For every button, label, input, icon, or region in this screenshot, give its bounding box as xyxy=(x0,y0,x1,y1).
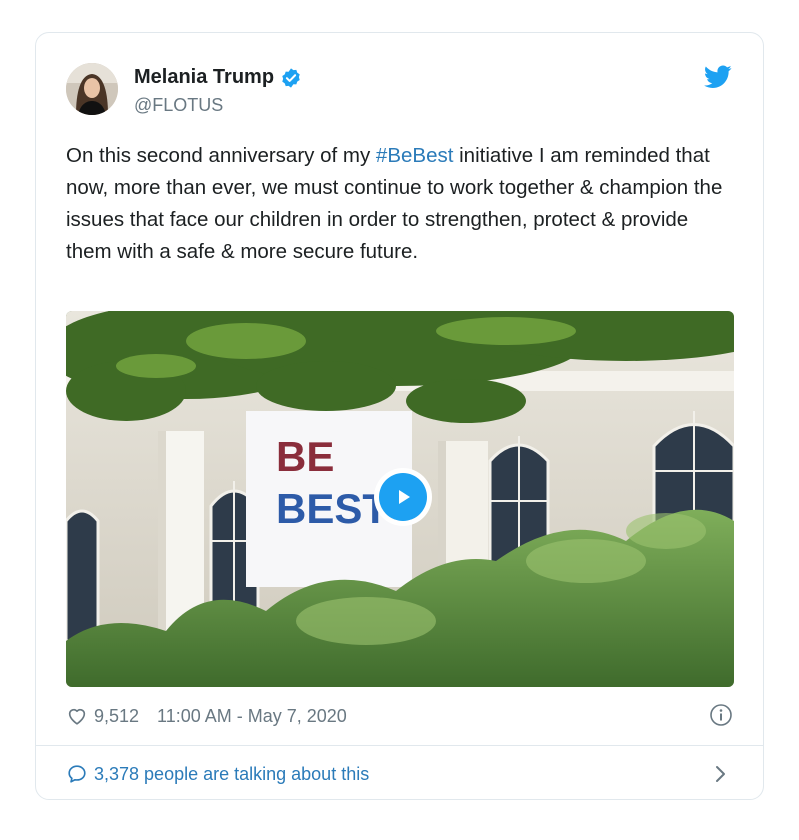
sign-line1: BE xyxy=(276,433,334,480)
tweet-card[interactable]: Melania Trump @FLOTUS On this second ann… xyxy=(35,32,764,800)
author-name-text: Melania Trump xyxy=(134,66,275,88)
video-thumbnail[interactable]: BE BEST xyxy=(66,311,734,687)
talking-count-text: 3,378 people are talking about this xyxy=(94,763,370,784)
like-count[interactable]: 9,512 xyxy=(94,706,139,727)
play-icon xyxy=(399,490,410,504)
chevron-right-icon[interactable] xyxy=(712,763,730,785)
tweet-text: On this second anniversary of my #BeBest… xyxy=(66,140,736,268)
author-name[interactable]: Melania Trump xyxy=(134,66,302,89)
author-handle[interactable]: @FLOTUS xyxy=(134,95,223,116)
twitter-bird-icon[interactable] xyxy=(704,65,732,89)
play-button[interactable] xyxy=(374,468,432,526)
info-icon[interactable] xyxy=(709,703,733,727)
tweet-meta: 9,512 11:00 AM - May 7, 2020 xyxy=(66,703,347,729)
tweet-text-before: On this second anniversary of my xyxy=(66,144,376,167)
speech-bubble-icon xyxy=(68,765,86,783)
conversation-link[interactable]: 3,378 people are talking about this xyxy=(66,761,369,787)
divider xyxy=(36,745,763,746)
avatar[interactable] xyxy=(66,63,118,115)
sign-line2: BEST xyxy=(276,485,388,532)
timestamp[interactable]: 11:00 AM - May 7, 2020 xyxy=(157,706,347,727)
verified-badge-icon xyxy=(282,67,300,88)
hashtag-link[interactable]: #BeBest xyxy=(376,144,454,167)
heart-icon[interactable] xyxy=(66,705,88,727)
